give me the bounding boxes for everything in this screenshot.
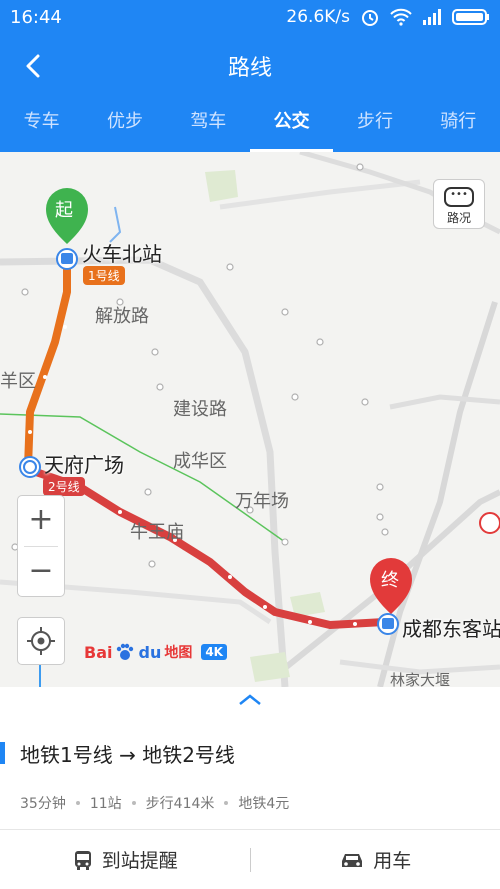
place-label: 解放路 — [95, 306, 149, 327]
place-label: 牛王庙 — [130, 522, 184, 543]
traffic-icon: ••• — [444, 187, 474, 207]
line1-tag: 1号线 — [83, 266, 125, 285]
tab-youbu[interactable]: 优步 — [83, 96, 166, 152]
accent-bar — [0, 742, 5, 764]
baidu-logo: Bai du 地图 4K — [84, 642, 227, 662]
car-label: 用车 — [373, 850, 412, 872]
alarm-icon — [362, 10, 378, 26]
bus-icon — [74, 850, 91, 870]
place-label: 建设路 — [173, 399, 227, 420]
action-bar: 到站提醒 用车 — [0, 830, 500, 889]
station-end[interactable]: 成都东客站 — [402, 613, 500, 642]
locate-icon — [27, 627, 55, 655]
locate-button[interactable] — [17, 617, 65, 665]
remind-label: 到站提醒 — [101, 850, 178, 872]
zoom-control: + − — [17, 495, 65, 597]
car-button[interactable]: 用车 — [251, 830, 500, 889]
route-duration: 35分钟 — [20, 796, 66, 812]
traffic-label: 路况 — [446, 211, 471, 225]
place-label: 成华区 — [173, 451, 227, 472]
mode-tabs: 专车 优步 驾车 公交 步行 骑行 — [0, 96, 500, 152]
status-time: 16:44 — [10, 7, 62, 28]
station-start[interactable]: 火车北站 — [82, 238, 162, 267]
signal-icon — [423, 9, 441, 25]
status-right: 26.6K/s — [286, 7, 490, 27]
chevron-up-icon[interactable] — [236, 693, 264, 707]
end-marker-label: 终 — [381, 570, 399, 591]
line2-tag: 2号线 — [43, 477, 85, 496]
battery-icon — [452, 9, 489, 25]
tab-zhuanche[interactable]: 专车 — [0, 96, 83, 152]
route-fare: 地铁4元 — [238, 796, 290, 812]
tab-jiache[interactable]: 驾车 — [167, 96, 250, 152]
wifi-icon — [390, 8, 412, 26]
route-walk: 步行414米 — [145, 796, 215, 812]
car-icon — [342, 853, 363, 867]
start-marker-label: 起 — [55, 200, 73, 221]
route-meta: 35分钟 11站 步行414米 地铁4元 — [20, 793, 289, 813]
map-view[interactable]: 起 终 火车北站 1号线 天府广场 2号线 成都东客站 解放路 羊区 建设路 成… — [0, 152, 500, 687]
resolution-badge: 4K — [201, 644, 227, 660]
route-panel: 地铁1号线 → 地铁2号线 35分钟 11站 步行414米 地铁4元 到站提醒 … — [0, 687, 500, 889]
route-title: 地铁1号线 → 地铁2号线 — [20, 743, 235, 767]
tab-buxing[interactable]: 步行 — [333, 96, 416, 152]
tab-qixing[interactable]: 骑行 — [417, 96, 500, 152]
place-label: 万年场 — [235, 491, 289, 512]
tab-gongjiao[interactable]: 公交 — [249, 96, 334, 152]
station-transfer[interactable]: 天府广场 — [44, 449, 124, 478]
status-bar: 16:44 26.6K/s — [0, 0, 500, 36]
zoom-out-button[interactable]: − — [18, 547, 64, 597]
page-title: 路线 — [227, 56, 272, 81]
place-label: 羊区 — [0, 371, 36, 392]
traffic-button[interactable]: ••• 路况 — [433, 179, 485, 229]
app-bar: 路线 — [0, 36, 500, 96]
remind-button[interactable]: 到站提醒 — [0, 830, 250, 889]
zoom-in-button[interactable]: + — [18, 496, 64, 546]
network-speed: 26.6K/s — [286, 7, 350, 27]
map-base — [0, 152, 500, 687]
route-stops: 11站 — [89, 796, 122, 812]
paw-icon — [117, 643, 134, 660]
place-label: 林家大堰 — [390, 671, 451, 687]
